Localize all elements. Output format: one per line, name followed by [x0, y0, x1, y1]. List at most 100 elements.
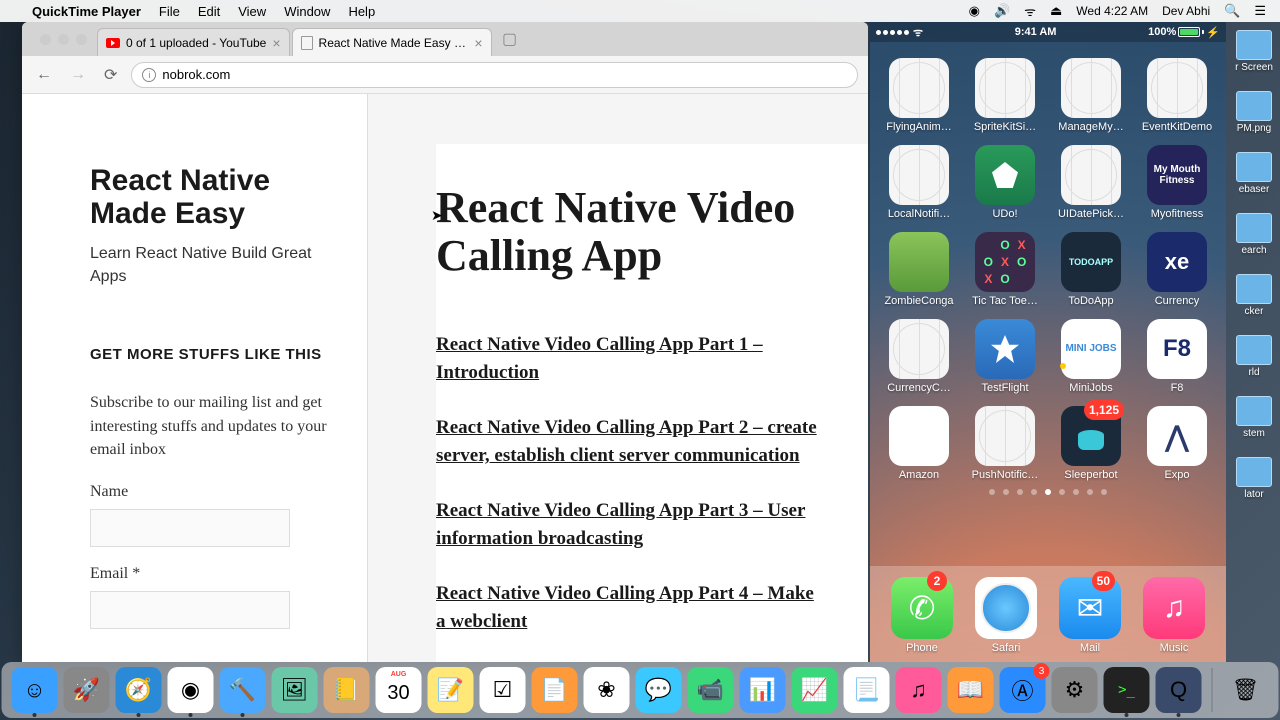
dock-facetime[interactable]: 📹	[688, 667, 734, 713]
name-label: Name	[90, 483, 327, 501]
dock-appstore[interactable]: Ⓐ3	[1000, 667, 1046, 713]
site-title[interactable]: React Native Made Easy	[90, 164, 327, 230]
dock-preview[interactable]: 🖼	[272, 667, 318, 713]
tab-youtube[interactable]: 0 of 1 uploaded - YouTube ×	[97, 28, 290, 56]
app-minijobs[interactable]: MINI JOBSMiniJobs	[1052, 319, 1130, 394]
site-info-icon[interactable]: i	[142, 68, 156, 82]
notification-center-icon[interactable]: ☰	[1254, 3, 1266, 19]
dock-numbers[interactable]: 📈	[792, 667, 838, 713]
wifi-icon[interactable]: ᯤ	[1024, 2, 1036, 20]
app-localnotifi[interactable]: LocalNotifi…	[880, 145, 958, 220]
url-field[interactable]: i nobrok.com	[131, 62, 858, 88]
volume-icon[interactable]: 🔊	[994, 3, 1010, 19]
app-todoapp[interactable]: TODOAPPToDoApp	[1052, 232, 1130, 307]
dock-calendar[interactable]: AUG30	[376, 667, 422, 713]
dock-app-safari[interactable]: Safari	[975, 577, 1037, 654]
updates-icon[interactable]: ⏏	[1050, 3, 1062, 19]
app-currencyc[interactable]: CurrencyC…	[880, 319, 958, 394]
page-indicator[interactable]	[870, 489, 1226, 495]
dock-ibooks[interactable]: 📖	[948, 667, 994, 713]
dock-keynote[interactable]: 📊	[740, 667, 786, 713]
menu-view[interactable]: View	[238, 4, 266, 19]
forward-button[interactable]: →	[66, 66, 90, 84]
minimize-window-button[interactable]	[58, 34, 69, 45]
dock-chrome[interactable]: ◉	[168, 667, 214, 713]
app-icon	[889, 319, 949, 379]
record-icon[interactable]: ◉	[969, 3, 980, 19]
desktop-folder[interactable]: ebaser	[1232, 152, 1276, 195]
app-icon: xe	[1147, 232, 1207, 292]
app-eventkitdemo[interactable]: EventKitDemo	[1138, 58, 1216, 133]
menu-file[interactable]: File	[159, 4, 180, 19]
article-link[interactable]: React Native Video Calling App Part 4 – …	[436, 580, 828, 637]
app-sleeperbot[interactable]: 1,125Sleeperbot	[1052, 406, 1130, 481]
app-f8[interactable]: F8F8	[1138, 319, 1216, 394]
dock-finder[interactable]: ☺	[12, 667, 58, 713]
app-udo[interactable]: UDo!	[966, 145, 1044, 220]
app-icon	[1147, 58, 1207, 118]
desktop-folder[interactable]: stem	[1232, 396, 1276, 439]
dock-app-music[interactable]: ♫Music	[1143, 577, 1205, 654]
app-amazon[interactable]: Amazon	[880, 406, 958, 481]
dock-contacts[interactable]: 📒	[324, 667, 370, 713]
back-button[interactable]: ←	[32, 66, 56, 84]
app-myofitness[interactable]: My Mouth FitnessMyofitness	[1138, 145, 1216, 220]
dock-itunes[interactable]: ♫	[896, 667, 942, 713]
close-tab-icon[interactable]: ×	[272, 35, 280, 51]
menubar-user[interactable]: Dev Abhi	[1162, 4, 1210, 18]
app-zombieconga[interactable]: ZombieConga	[880, 232, 958, 307]
desktop-folder[interactable]: rld	[1232, 335, 1276, 378]
close-window-button[interactable]	[40, 34, 51, 45]
app-managemy[interactable]: ManageMy…	[1052, 58, 1130, 133]
dock-terminal[interactable]: >_	[1104, 667, 1150, 713]
dock-xcode[interactable]: 🔨	[220, 667, 266, 713]
dock-sysprefs[interactable]: ⚙	[1052, 667, 1098, 713]
dock-trash[interactable]: 🗑	[1223, 667, 1269, 713]
dock-notes[interactable]: 📝	[428, 667, 474, 713]
desktop-folder[interactable]: earch	[1232, 213, 1276, 256]
article-link[interactable]: React Native Video Calling App Part 3 – …	[436, 497, 828, 554]
reload-button[interactable]: ⟳	[100, 65, 121, 85]
widget-text: Subscribe to our mailing list and get in…	[90, 391, 327, 461]
dock-reminders[interactable]: ☑	[480, 667, 526, 713]
zoom-window-button[interactable]	[76, 34, 87, 45]
app-spritekitsi[interactable]: SpriteKitSi…	[966, 58, 1044, 133]
desktop-folder[interactable]: r Screen	[1232, 30, 1276, 73]
email-input[interactable]	[90, 591, 290, 629]
tab-nobrok[interactable]: React Native Made Easy – Lea ×	[292, 28, 492, 56]
desktop-folder[interactable]: PM.png	[1232, 91, 1276, 134]
menu-edit[interactable]: Edit	[198, 4, 220, 19]
menu-window[interactable]: Window	[284, 4, 330, 19]
app-pushnotific[interactable]: PushNotific…	[966, 406, 1044, 481]
app-menu[interactable]: QuickTime Player	[32, 4, 141, 19]
dock-textedit[interactable]: 📃	[844, 667, 890, 713]
dock-app-phone[interactable]: ✆2Phone	[891, 577, 953, 654]
app-testflight[interactable]: TestFlight	[966, 319, 1044, 394]
dock-pages[interactable]: 📄	[532, 667, 578, 713]
ios-dock: ✆2Phone Safari ✉50Mail ♫Music	[870, 566, 1226, 662]
dock-app-mail[interactable]: ✉50Mail	[1059, 577, 1121, 654]
article-link[interactable]: React Native Video Calling App Part 2 – …	[436, 414, 828, 471]
app-uidatepick[interactable]: UIDatePick…	[1052, 145, 1130, 220]
dock-messages[interactable]: 💬	[636, 667, 682, 713]
new-tab-button[interactable]: ▢	[498, 29, 522, 49]
app-expo[interactable]: ⋀Expo	[1138, 406, 1216, 481]
dock-photos[interactable]: ❀	[584, 667, 630, 713]
menu-help[interactable]: Help	[348, 4, 375, 19]
folder-icon	[1236, 457, 1272, 487]
menubar-clock[interactable]: Wed 4:22 AM	[1076, 4, 1148, 18]
dock-quicktime[interactable]: Q	[1156, 667, 1202, 713]
app-currency[interactable]: xeCurrency	[1138, 232, 1216, 307]
desktop-folder[interactable]: cker	[1232, 274, 1276, 317]
dock-safari[interactable]: 🧭	[116, 667, 162, 713]
app-tictactoe[interactable]: OXOXOXOTic Tac Toe…	[966, 232, 1044, 307]
app-icon	[975, 577, 1037, 639]
desktop-folder[interactable]: lator	[1232, 457, 1276, 500]
name-input[interactable]	[90, 509, 290, 547]
app-flyinganim[interactable]: FlyingAnim…	[880, 58, 958, 133]
close-tab-icon[interactable]: ×	[474, 35, 482, 51]
article-link[interactable]: React Native Video Calling App Part 1 – …	[436, 331, 828, 388]
app-label: CurrencyC…	[887, 382, 951, 394]
spotlight-icon[interactable]: 🔍	[1224, 3, 1240, 19]
dock-launchpad[interactable]: 🚀	[64, 667, 110, 713]
